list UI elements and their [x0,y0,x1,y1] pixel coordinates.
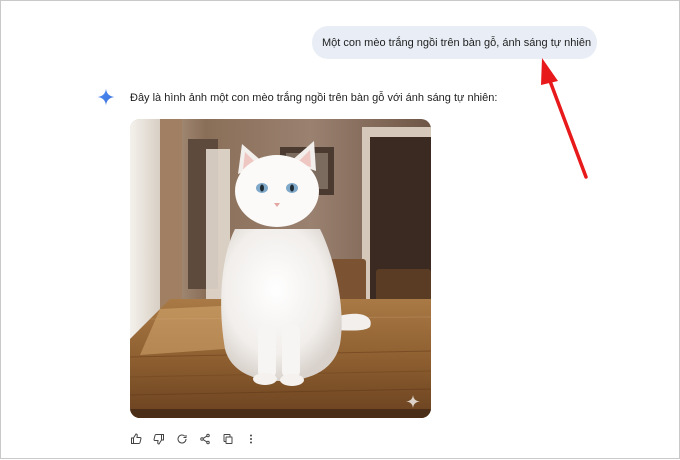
thumbs-up-button[interactable] [129,432,143,446]
thumbs-up-icon [131,433,142,444]
more-options-button[interactable] [244,432,258,446]
response-intro-text: Đây là hình ảnh một con mèo trắng ngồi t… [130,92,498,104]
regenerate-button[interactable] [175,432,189,446]
copy-button[interactable] [221,432,235,446]
user-message-bubble: Một con mèo trắng ngồi trên bàn gỗ, ánh … [312,26,597,59]
thumbs-down-icon [153,434,164,445]
chat-window: Một con mèo trắng ngồi trên bàn gỗ, ánh … [0,0,680,459]
user-message-text: Một con mèo trắng ngồi trên bàn gỗ, ánh … [322,36,592,49]
share-button[interactable] [198,432,212,446]
more-vert-icon [250,434,252,444]
response-action-bar [129,432,258,446]
copy-icon [223,434,233,444]
thumbs-down-button[interactable] [152,432,166,446]
regenerate-icon [177,434,187,444]
gemini-sparkle-icon [97,88,115,106]
share-icon [200,433,210,445]
generated-image[interactable] [130,119,431,418]
